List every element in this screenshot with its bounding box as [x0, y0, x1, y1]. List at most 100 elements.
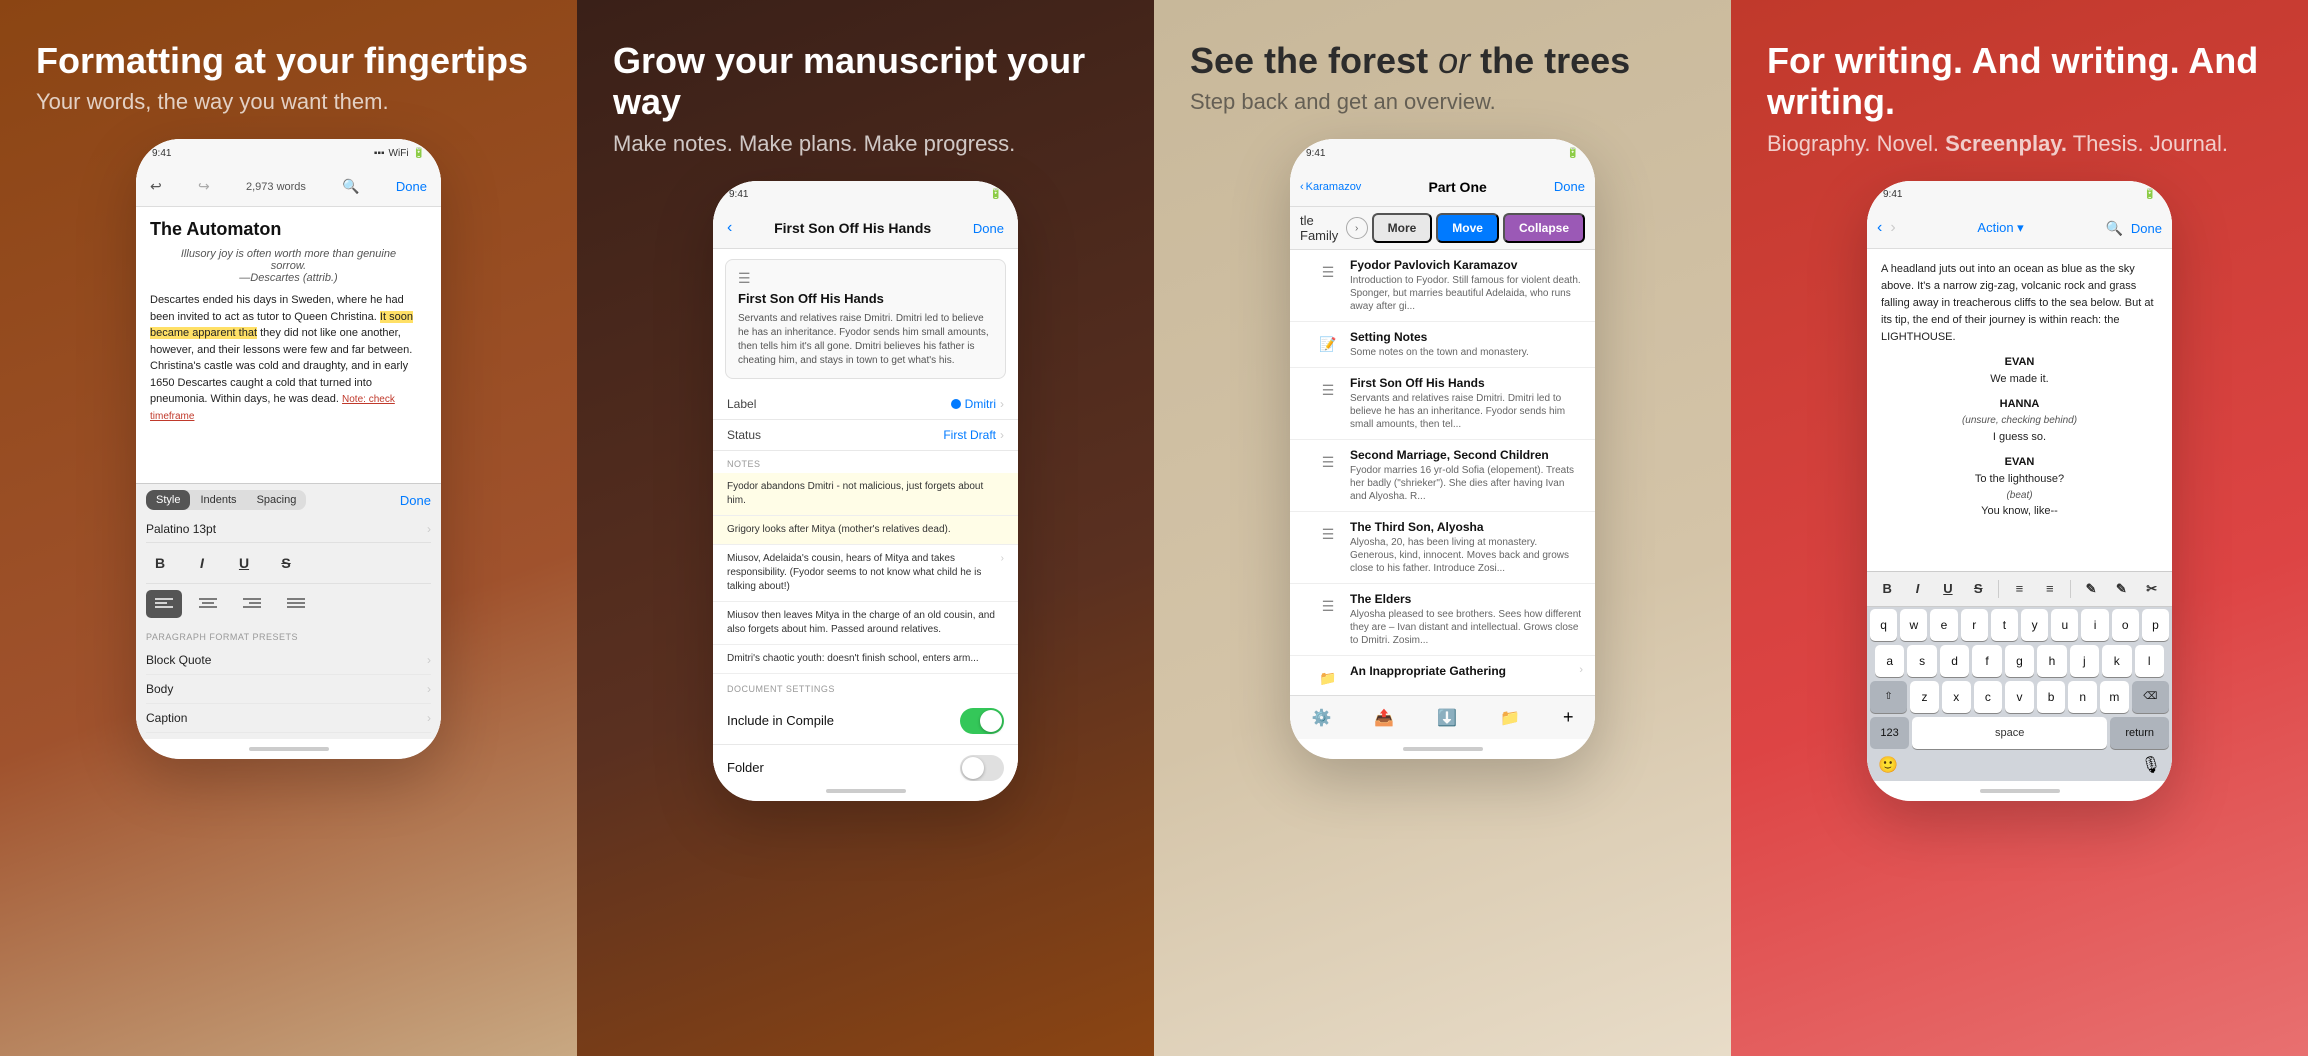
underline-btn[interactable]: U — [230, 549, 258, 577]
collapse-btn[interactable]: Collapse — [1503, 213, 1585, 243]
strikethrough-btn[interactable]: S — [272, 549, 300, 577]
tab-indents[interactable]: Indents — [190, 490, 246, 510]
download-icon[interactable]: ⬇️ — [1437, 708, 1457, 728]
kb-o[interactable]: o — [2112, 609, 2139, 641]
kb-t[interactable]: t — [1991, 609, 2018, 641]
done-btn-4[interactable]: Done — [2131, 221, 2162, 236]
tab-style[interactable]: Style — [146, 490, 190, 510]
font-name: Palatino 13pt — [146, 522, 216, 536]
fmt-divider-2 — [2070, 580, 2071, 598]
kb-l[interactable]: l — [2135, 645, 2164, 677]
kb-n[interactable]: n — [2068, 681, 2097, 713]
preset-caption[interactable]: Caption › — [146, 704, 431, 733]
item-body-5: The Third Son, Alyosha Alyosha, 20, has … — [1350, 520, 1583, 575]
kb-r[interactable]: r — [1961, 609, 1988, 641]
kb-w[interactable]: w — [1900, 609, 1927, 641]
fmt-strike[interactable]: S — [1968, 577, 1988, 601]
kb-j[interactable]: j — [2070, 645, 2099, 677]
align-justify-btn[interactable] — [278, 590, 314, 618]
kb-g[interactable]: g — [2005, 645, 2034, 677]
back-icon-4[interactable]: ‹ — [1877, 219, 1882, 237]
kb-p[interactable]: p — [2142, 609, 2169, 641]
emoji-icon[interactable]: 🙂 — [1870, 755, 1906, 775]
kb-row-q: q w e r t y u i o p — [1867, 607, 2172, 643]
list-item[interactable]: 📝 Setting Notes Some notes on the town a… — [1290, 322, 1595, 368]
search-icon-4[interactable]: 🔍 — [2105, 220, 2122, 237]
kb-m[interactable]: m — [2100, 681, 2129, 713]
mic-icon[interactable]: 🎙 — [2133, 755, 2169, 775]
kb-space[interactable]: space — [1912, 717, 2107, 749]
kb-k[interactable]: k — [2102, 645, 2131, 677]
kb-row-a: a s d f g h j k l — [1867, 643, 2172, 679]
list-item[interactable]: ☰ The Elders Alyosha pleased to see brot… — [1290, 584, 1595, 656]
action-menu[interactable]: Action ▾ — [1904, 220, 2098, 236]
kb-i[interactable]: i — [2081, 609, 2108, 641]
kb-s[interactable]: s — [1907, 645, 1936, 677]
compile-toggle[interactable] — [960, 708, 1004, 734]
list-item[interactable]: ☰ The Third Son, Alyosha Alyosha, 20, ha… — [1290, 512, 1595, 584]
list-item[interactable]: 📁 An Inappropriate Gathering › — [1290, 656, 1595, 695]
note-2: Grigory looks after Mitya (mother's rela… — [713, 516, 1018, 545]
tab-spacing[interactable]: Spacing — [247, 490, 307, 510]
kb-u[interactable]: u — [2051, 609, 2078, 641]
kb-c[interactable]: c — [1974, 681, 2003, 713]
forward-icon-4[interactable]: › — [1890, 219, 1895, 237]
share-icon[interactable]: 📤 — [1374, 708, 1394, 728]
kb-q[interactable]: q — [1870, 609, 1897, 641]
kb-backspace[interactable]: ⌫ — [2132, 681, 2169, 713]
panel3-title-text: See the forest — [1190, 40, 1428, 81]
align-left-btn[interactable] — [146, 590, 182, 618]
done-btn-3[interactable]: Done — [1554, 179, 1585, 194]
kb-y[interactable]: y — [2021, 609, 2048, 641]
folder-label: Folder — [727, 760, 764, 775]
align-center-btn[interactable] — [190, 590, 226, 618]
done-btn-2[interactable]: Done — [973, 221, 1004, 236]
item-text-6: Alyosha pleased to see brothers. Sees ho… — [1350, 608, 1583, 647]
fmt-edit-2[interactable]: ✎ — [2111, 577, 2131, 601]
undo-icon[interactable]: ↩ — [150, 178, 162, 195]
kb-shift[interactable]: ⇧ — [1870, 681, 1907, 713]
list-item[interactable]: ☰ First Son Off His Hands Servants and r… — [1290, 368, 1595, 440]
kb-a[interactable]: a — [1875, 645, 1904, 677]
done-btn-1[interactable]: Done — [396, 179, 427, 194]
panel1-phone-inner: 9:41 ▪▪▪ WiFi 🔋 ↩ ↪ 2,973 words 🔍 Done T… — [136, 139, 441, 759]
kb-x[interactable]: x — [1942, 681, 1971, 713]
list-item[interactable]: ☰ Fyodor Pavlovich Karamazov Introductio… — [1290, 250, 1595, 322]
fmt-edit-1[interactable]: ✎ — [2081, 577, 2101, 601]
kb-e[interactable]: e — [1930, 609, 1957, 641]
kb-numbers[interactable]: 123 — [1870, 717, 1909, 749]
kb-h[interactable]: h — [2037, 645, 2066, 677]
settings-icon[interactable]: ⚙️ — [1311, 708, 1331, 728]
add-icon[interactable]: + — [1563, 707, 1574, 728]
bold-btn[interactable]: B — [146, 549, 174, 577]
back-btn-2[interactable]: ‹ — [727, 219, 732, 237]
move-btn[interactable]: Move — [1436, 213, 1499, 243]
preset-body[interactable]: Body › — [146, 675, 431, 704]
more-btn[interactable]: More — [1372, 213, 1433, 243]
back-btn-3[interactable]: ‹ Karamazov — [1300, 181, 1361, 193]
italic-btn[interactable]: I — [188, 549, 216, 577]
fmt-align[interactable]: ≡ — [2040, 577, 2060, 601]
preset-blockquote[interactable]: Block Quote › — [146, 646, 431, 675]
kb-b[interactable]: b — [2037, 681, 2066, 713]
fmt-bold[interactable]: B — [1877, 577, 1897, 601]
kb-return[interactable]: return — [2110, 717, 2169, 749]
kb-z[interactable]: z — [1910, 681, 1939, 713]
item-title-2: Setting Notes — [1350, 330, 1583, 344]
list-item[interactable]: ☰ Second Marriage, Second Children Fyodo… — [1290, 440, 1595, 512]
nav-bar-3: ‹ Karamazov Part One Done — [1290, 167, 1595, 207]
chevron-icon: › — [427, 653, 431, 667]
kb-f[interactable]: f — [1972, 645, 2001, 677]
fmt-italic[interactable]: I — [1907, 577, 1927, 601]
redo-icon[interactable]: ↪ — [198, 178, 210, 195]
fmt-underline[interactable]: U — [1938, 577, 1958, 601]
align-right-btn[interactable] — [234, 590, 270, 618]
kb-d[interactable]: d — [1940, 645, 1969, 677]
search-icon-1[interactable]: 🔍 — [342, 178, 359, 195]
fmt-list[interactable]: ≡ — [2009, 577, 2029, 601]
kb-v[interactable]: v — [2005, 681, 2034, 713]
fmt-scissors[interactable]: ✂ — [2142, 577, 2162, 601]
folder-toggle[interactable] — [960, 755, 1004, 781]
add-folder-icon[interactable]: 📁 — [1500, 708, 1520, 728]
done-format-btn[interactable]: Done — [400, 493, 431, 508]
